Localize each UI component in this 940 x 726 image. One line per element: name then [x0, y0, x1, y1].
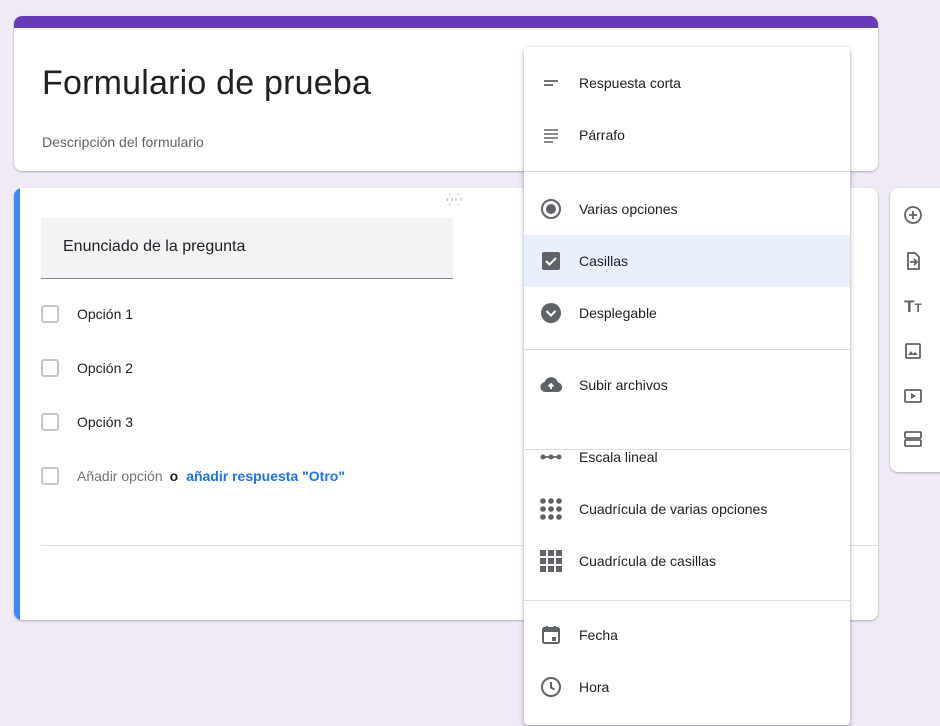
checkbox-icon: [41, 413, 59, 431]
import-questions-icon[interactable]: [900, 248, 926, 274]
question-title-text: Enunciado de la pregunta: [63, 238, 246, 255]
menu-item-label: Subir archivos: [579, 377, 668, 393]
option-label[interactable]: Opción 3: [77, 414, 133, 430]
add-option-link[interactable]: Añadir opción: [77, 468, 163, 484]
menu-item-label: Fecha: [579, 627, 618, 643]
menu-item-label: Casillas: [579, 253, 629, 269]
menu-item-label: Desplegable: [579, 305, 657, 321]
add-section-icon[interactable]: [900, 426, 926, 452]
dropdown-icon: [539, 301, 563, 325]
radio-button-icon: [539, 197, 563, 221]
short-text-icon: [539, 71, 563, 95]
menu-item-date[interactable]: Fecha: [524, 609, 850, 661]
active-question-indicator: [14, 188, 20, 620]
menu-item-file-upload[interactable]: Subir archivos: [524, 359, 850, 411]
question-type-menu: Respuesta corta Párrafo Varias opciones …: [524, 47, 850, 725]
menu-item-linear-scale[interactable]: Escala lineal: [524, 431, 850, 483]
radio-grid-icon: [539, 497, 563, 521]
menu-item-multiple-choice-grid[interactable]: Cuadrícula de varias opciones: [524, 483, 850, 535]
form-description[interactable]: Descripción del formulario: [42, 134, 204, 150]
menu-item-checkbox-grid[interactable]: Cuadrícula de casillas: [524, 535, 850, 587]
add-question-icon[interactable]: [900, 202, 926, 228]
add-image-icon[interactable]: [900, 338, 926, 364]
add-other-link[interactable]: añadir respuesta "Otro": [186, 468, 345, 484]
option-label[interactable]: Opción 1: [77, 306, 133, 322]
menu-item-label: Cuadrícula de varias opciones: [579, 501, 768, 517]
menu-item-label: Hora: [579, 679, 610, 695]
menu-item-label: Varias opciones: [579, 201, 678, 217]
menu-item-label: Párrafo: [579, 127, 625, 143]
menu-item-short-answer[interactable]: Respuesta corta: [524, 57, 850, 109]
calendar-icon: [539, 623, 563, 647]
or-separator: o: [169, 468, 179, 484]
question-title-field[interactable]: Enunciado de la pregunta: [41, 218, 453, 279]
clock-icon: [539, 675, 563, 699]
drag-handle-icon[interactable]: ∴∴ ∵∵: [446, 191, 463, 209]
checkbox-icon: [41, 359, 59, 377]
menu-item-label: Respuesta corta: [579, 75, 681, 91]
add-video-icon[interactable]: [900, 383, 926, 409]
option-row[interactable]: Opción 3: [41, 410, 133, 434]
menu-divider: [524, 600, 850, 601]
accent-bar: [14, 16, 878, 28]
linear-scale-icon: [539, 445, 563, 469]
menu-item-label: Escala lineal: [579, 449, 658, 465]
add-title-icon[interactable]: TT: [900, 294, 926, 320]
cloud-upload-icon: [539, 373, 563, 397]
form-title[interactable]: Formulario de prueba: [42, 64, 371, 103]
checkbox-icon: [539, 249, 563, 273]
option-row[interactable]: Opción 2: [41, 356, 133, 380]
menu-item-checkboxes[interactable]: Casillas: [524, 235, 850, 287]
menu-divider: [524, 171, 850, 172]
menu-item-label: Cuadrícula de casillas: [579, 553, 716, 569]
paragraph-icon: [539, 123, 563, 147]
menu-item-paragraph[interactable]: Párrafo: [524, 109, 850, 161]
checkbox-icon: [41, 467, 59, 485]
side-toolbar: TT: [890, 188, 940, 472]
menu-item-dropdown[interactable]: Desplegable: [524, 287, 850, 339]
add-option-row[interactable]: Añadir opción o añadir respuesta "Otro": [41, 464, 345, 488]
menu-item-multiple-choice[interactable]: Varias opciones: [524, 183, 850, 235]
menu-divider: [524, 349, 850, 350]
option-row[interactable]: Opción 1: [41, 302, 133, 326]
checkbox-icon: [41, 305, 59, 323]
option-label[interactable]: Opción 2: [77, 360, 133, 376]
checkbox-grid-icon: [539, 549, 563, 573]
menu-item-time[interactable]: Hora: [524, 661, 850, 713]
